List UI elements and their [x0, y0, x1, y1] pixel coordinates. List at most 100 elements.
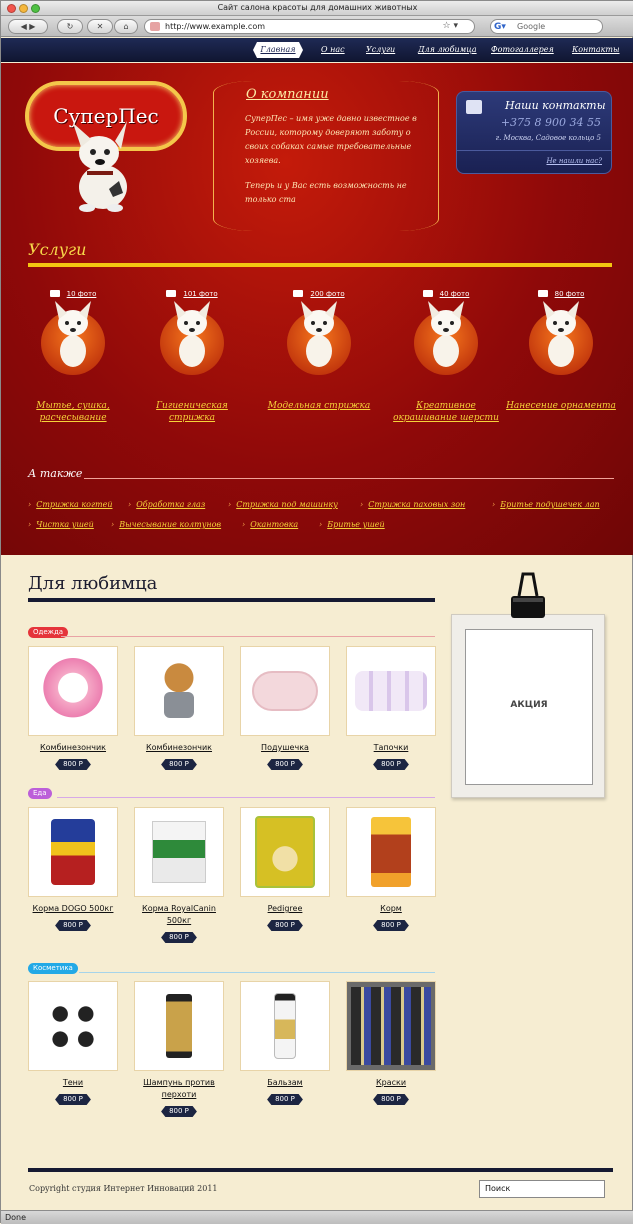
also-link[interactable]: Стрижка под машинку: [228, 500, 338, 509]
back-forward-buttons[interactable]: ◀ ▶: [8, 19, 48, 34]
main-nav: Главная О нас Услуги Для любимца Фотогал…: [1, 38, 633, 62]
product-card[interactable]: Комбинезончик 800 Р: [28, 646, 118, 770]
address-bar[interactable]: http://www.example.com ☆ ▾: [144, 19, 475, 34]
product-name[interactable]: Тени: [28, 1077, 118, 1089]
product-image[interactable]: [240, 807, 330, 897]
nav-item-about[interactable]: О нас: [321, 45, 345, 54]
product-image[interactable]: [134, 646, 224, 736]
browser-toolbar: ◀ ▶ ↻ ✕ ⌂ http://www.example.com ☆ ▾ G▾ …: [1, 16, 633, 37]
bookmark-star-icon[interactable]: ☆ ▾: [443, 20, 458, 33]
product-image[interactable]: [134, 981, 224, 1071]
stop-button[interactable]: ✕: [87, 19, 113, 34]
window-title: Сайт салона красоты для домашних животны…: [217, 3, 418, 12]
product-card[interactable]: Краски 800 Р: [346, 981, 436, 1105]
reload-button[interactable]: ↻: [57, 19, 83, 34]
browser-search-placeholder: Google: [517, 22, 546, 31]
also-link[interactable]: Обработка глаз: [128, 500, 205, 509]
product-card[interactable]: Комбинезончик 800 Р: [134, 646, 224, 770]
promo-board[interactable]: АКЦИЯ: [451, 614, 605, 798]
find-us-link[interactable]: Не нашли нас?: [546, 157, 602, 165]
back-icon[interactable]: ◀: [21, 22, 27, 31]
product-name[interactable]: Комбинезончик: [134, 742, 224, 754]
nav-item-gallery[interactable]: Фотогаллерея: [491, 45, 554, 54]
product-image[interactable]: [28, 981, 118, 1071]
product-price: 800 Р: [55, 1094, 91, 1105]
product-image[interactable]: [346, 981, 436, 1071]
product-name[interactable]: Корма DOGO 500кг: [28, 903, 118, 915]
product-card[interactable]: Корма DOGO 500кг 800 Р: [28, 807, 118, 931]
also-link[interactable]: Вычесывание колтунов: [111, 520, 221, 529]
product-card[interactable]: Бальзам 800 Р: [240, 981, 330, 1105]
product-image[interactable]: [240, 981, 330, 1071]
product-card[interactable]: Шампунь против перхоти 800 Р: [134, 981, 224, 1117]
product-name[interactable]: Корм: [346, 903, 436, 915]
footer-search-input[interactable]: Поиск: [479, 1180, 605, 1198]
product-name[interactable]: Тапочки: [346, 742, 436, 754]
nav-item-services[interactable]: Услуги: [366, 45, 395, 54]
product-image[interactable]: [28, 807, 118, 897]
also-link[interactable]: Стрижка когтей: [28, 500, 112, 509]
also-link[interactable]: Бритье подушечек лап: [492, 500, 599, 509]
nav-item-home[interactable]: Главная: [253, 42, 303, 58]
product-name[interactable]: Краски: [346, 1077, 436, 1089]
contacts-address: г. Москва, Садовое кольцо 5: [495, 134, 601, 142]
contacts-phone: +375 8 900 34 55: [500, 116, 601, 129]
nav-item-for-pet[interactable]: Для любимца: [418, 45, 477, 54]
category-tag-cosmetics[interactable]: Косметика: [28, 963, 78, 974]
service-pup-icon: [41, 301, 105, 375]
product-name[interactable]: Подушечка: [240, 742, 330, 754]
address-value: http://www.example.com: [165, 22, 266, 31]
browser-search-input[interactable]: G▾ Google: [490, 19, 603, 34]
about-title[interactable]: О компании: [246, 87, 329, 102]
service-item-hygiene-cut[interactable]: 101 фото Гигиеническая стрижка: [137, 290, 247, 424]
category-tag-food[interactable]: Еда: [28, 788, 52, 799]
home-button[interactable]: ⌂: [114, 19, 138, 34]
service-item-creative-coloring[interactable]: 40 фото Креативное окрашивание шерсти: [391, 290, 501, 424]
product-card[interactable]: Тени 800 Р: [28, 981, 118, 1105]
minimize-window-button[interactable]: [19, 4, 28, 13]
stop-icon: ✕: [96, 22, 104, 31]
product-name[interactable]: Pedigree: [240, 903, 330, 915]
product-price: 800 Р: [55, 759, 91, 770]
also-link[interactable]: Окантовка: [242, 520, 298, 529]
product-price: 800 Р: [55, 920, 91, 931]
also-divider: [84, 478, 614, 479]
product-card[interactable]: Корма RoyalCanin 500кг 800 Р: [134, 807, 224, 943]
product-image[interactable]: [28, 646, 118, 736]
camera-icon: [422, 290, 433, 297]
product-price: 800 Р: [267, 759, 303, 770]
product-image[interactable]: [240, 646, 330, 736]
product-price: 800 Р: [373, 920, 409, 931]
close-window-button[interactable]: [7, 4, 16, 13]
product-name[interactable]: Шампунь против перхоти: [134, 1077, 224, 1101]
product-price: 800 Р: [161, 932, 197, 943]
google-icon: G▾: [494, 22, 506, 32]
product-card[interactable]: Корм 800 Р: [346, 807, 436, 931]
also-link[interactable]: Чистка ушей: [28, 520, 94, 529]
product-name[interactable]: Комбинезончик: [28, 742, 118, 754]
service-pup-icon: [529, 301, 593, 375]
home-icon: ⌂: [123, 22, 129, 31]
nav-item-contacts[interactable]: Контакты: [572, 45, 620, 54]
contacts-title: Наши контакты: [505, 99, 606, 112]
camera-icon: [166, 290, 177, 297]
product-image[interactable]: [346, 646, 436, 736]
product-name[interactable]: Корма RoyalCanin 500кг: [134, 903, 224, 927]
product-card[interactable]: Тапочки 800 Р: [346, 646, 436, 770]
contacts-box: Наши контакты +375 8 900 34 55 г. Москва…: [456, 91, 612, 174]
zoom-window-button[interactable]: [31, 4, 40, 13]
product-image[interactable]: [134, 807, 224, 897]
also-link[interactable]: Бритье ушей: [319, 520, 384, 529]
service-item-washing[interactable]: 10 фото Мытье, сушка, расчесывание: [18, 290, 128, 424]
service-pup-icon: [287, 301, 351, 375]
also-link[interactable]: Стрижка паховых зон: [360, 500, 465, 509]
product-name[interactable]: Бальзам: [240, 1077, 330, 1089]
service-item-model-cut[interactable]: 200 фото Модельная стрижка: [264, 290, 374, 412]
product-image[interactable]: [346, 807, 436, 897]
product-price: 800 Р: [267, 920, 303, 931]
forward-icon[interactable]: ▶: [29, 22, 35, 31]
product-card[interactable]: Pedigree 800 Р: [240, 807, 330, 931]
product-card[interactable]: Подушечка 800 Р: [240, 646, 330, 770]
service-item-ornament[interactable]: 80 фото Нанесение орнамента: [506, 290, 616, 412]
category-divider: [79, 972, 435, 973]
